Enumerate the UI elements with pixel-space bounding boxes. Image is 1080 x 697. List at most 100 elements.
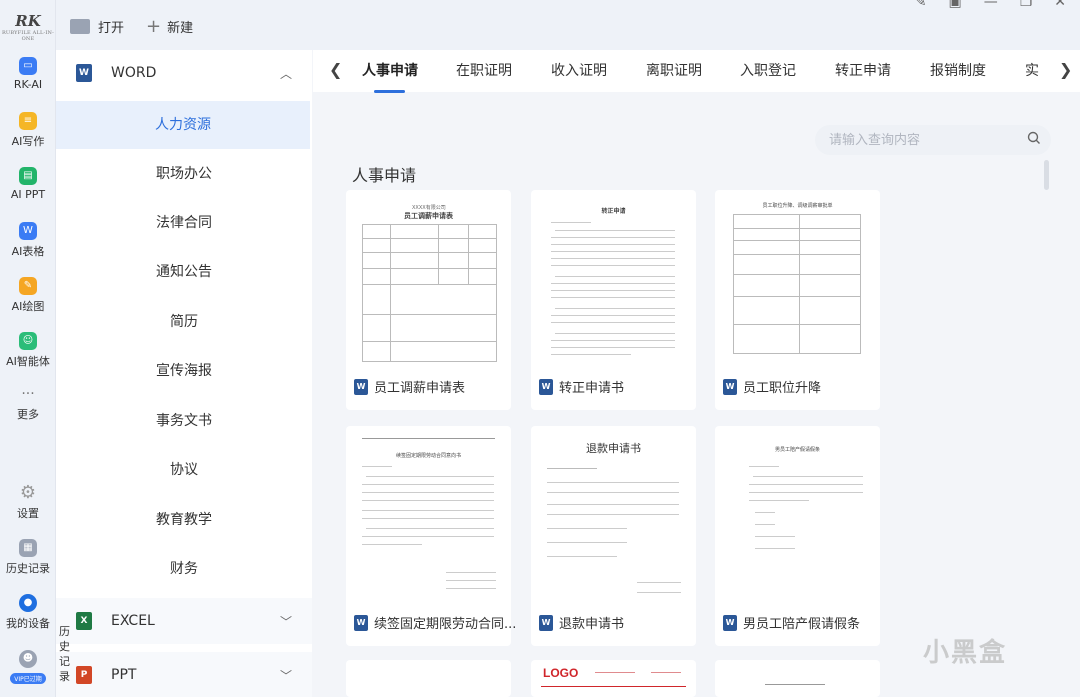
open-button[interactable]: 打开 [70, 17, 124, 36]
rail-item-history[interactable]: ▦ 历史记录 [0, 539, 56, 576]
tab-reimbursement[interactable]: 报销制度 [930, 60, 986, 80]
doc-heading: 男员工陪产假请假条 [774, 447, 820, 453]
category-word[interactable]: W WORD ︿ [56, 50, 312, 96]
app-logo: RK RUBYFILE ALL-IN-ONE [0, 12, 56, 42]
category-excel[interactable]: X EXCEL ﹀ [56, 598, 312, 644]
template-thumbnail: XXXX有限公司 员工调薪申请表 [356, 196, 501, 366]
category-sidebar: W WORD ︿ 人力资源 职场办公 法律合同 通知公告 简历 宣传海报 事务文… [56, 50, 312, 697]
rail-item-more[interactable]: ··· 更多 [0, 385, 56, 422]
ai-draw-icon: ✎ [19, 277, 37, 295]
doc-heading: 退款申请书 [586, 442, 641, 455]
scrollbar[interactable] [1044, 160, 1049, 190]
main-content: ❮ 人事申请 在职证明 收入证明 离职证明 入职登记 转正申请 报销制度 实 ❯… [313, 50, 1080, 697]
template-card[interactable]: 员工职位升降、调级调薪审批单 W 员工职位升降 [715, 190, 880, 410]
template-title-text: 员工调薪申请表 [374, 381, 466, 396]
template-title: W 员工调薪申请表 [354, 377, 465, 396]
subcategory-item[interactable]: 财务 [56, 545, 312, 593]
tab-regularization[interactable]: 转正申请 [835, 60, 891, 80]
subcategory-item[interactable]: 职场办公 [56, 150, 312, 198]
ai-table-icon: W [19, 222, 37, 240]
rail-item-settings[interactable]: ⚙ 设置 [0, 484, 56, 521]
category-label: PPT [111, 667, 137, 683]
subcategory-item[interactable]: 简历 [56, 298, 312, 346]
template-card[interactable]: 男员工陪产假请假条 W 男员工陪产假请假条 [715, 426, 880, 646]
rail-item-ai-draw[interactable]: ✎ AI绘图 [0, 277, 56, 314]
rail-item-devices[interactable]: ● 我的设备 [0, 594, 56, 631]
tab-onboarding[interactable]: 入职登记 [740, 60, 796, 80]
rail-item-ai-ppt[interactable]: ▤ AI PPT [0, 167, 56, 201]
new-label: 新建 [167, 21, 194, 36]
plus-icon: + [146, 15, 162, 37]
edit-icon[interactable]: ✎ [915, 0, 927, 10]
history-icon: ▦ [19, 539, 37, 557]
feedback-icon[interactable]: ▣ [948, 0, 961, 10]
rail-item-rk-ai[interactable]: ▭ RK-AI [0, 57, 56, 91]
search-input[interactable] [815, 125, 1051, 155]
gear-icon: ⚙ [19, 482, 37, 503]
section-title: 人事申请 [352, 166, 417, 185]
vip-status-badge: VIP已过期 [10, 673, 46, 684]
rail-label: AI写作 [11, 135, 45, 148]
word-doc-icon: W [354, 614, 368, 631]
chevron-down-icon: ﹀ [279, 668, 292, 683]
tab-resign-cert[interactable]: 离职证明 [646, 60, 702, 80]
rail-item-ai-write[interactable]: ≡ AI写作 [0, 112, 56, 149]
subcategory-item[interactable]: 宣传海报 [56, 347, 312, 395]
tab-next-arrow-icon[interactable]: ❯ [1059, 60, 1072, 79]
subcategory-item[interactable]: 通知公告 [56, 248, 312, 296]
close-icon[interactable]: ✕ [1054, 0, 1066, 10]
template-card[interactable]: 续签固定期限劳动合同意向书 W 续签固定期限劳动合同... [346, 426, 516, 646]
template-title: W 男员工陪产假请假条 [723, 613, 860, 632]
doc-heading: 员工职位升降、调级调薪审批单 [762, 203, 833, 209]
rail-label: AI绘图 [11, 300, 45, 313]
tab-more[interactable]: 实 [1025, 60, 1039, 80]
template-card[interactable]: XXXX有限公司 员工调薪申请表 W 员工调薪申请表 [346, 190, 511, 410]
doc-company: XXXX有限公司 [412, 205, 446, 211]
category-ppt[interactable]: P PPT ﹀ [56, 652, 312, 697]
template-title: W 转正申请书 [539, 377, 624, 396]
watermark: 小黑盒 [923, 638, 1008, 668]
doc-heading: 转正申请 [601, 208, 626, 215]
template-thumbnail: 员工职位升降、调级调薪审批单 [725, 196, 870, 366]
rail-item-vip[interactable]: ☻ VIP已过期 [0, 650, 56, 684]
tab-income-cert[interactable]: 收入证明 [551, 60, 607, 80]
template-card[interactable] [346, 660, 511, 697]
subcategory-item[interactable]: 教育教学 [56, 496, 312, 544]
history-vertical-label[interactable]: 历史记录 [59, 624, 73, 684]
rail-item-ai-table[interactable]: W AI表格 [0, 222, 56, 259]
template-title: W 退款申请书 [539, 613, 624, 632]
template-thumbnail: 续签固定期限劳动合同意向书 [356, 432, 501, 602]
word-doc-icon: W [539, 614, 553, 631]
ai-ppt-icon: ▤ [19, 167, 37, 185]
search-icon[interactable] [1027, 131, 1041, 145]
category-label: WORD [111, 65, 157, 81]
subcategory-item[interactable]: 事务文书 [56, 397, 312, 445]
template-card[interactable]: 退款申请书 W 退款申请书 [531, 426, 696, 646]
tab-employment-cert[interactable]: 在职证明 [456, 60, 512, 80]
word-doc-icon: W [354, 378, 368, 395]
tab-prev-arrow-icon[interactable]: ❮ [329, 60, 342, 79]
tab-bar: ❮ 人事申请 在职证明 收入证明 离职证明 入职登记 转正申请 报销制度 实 ❯ [313, 50, 1080, 93]
rail-label: 历史记录 [6, 562, 50, 575]
subcategory-item[interactable]: 人力资源 [56, 101, 310, 149]
subcategory-item[interactable]: 协议 [56, 446, 312, 494]
word-icon: W [76, 64, 92, 82]
template-card[interactable] [715, 660, 880, 697]
template-card[interactable]: LOGO [531, 660, 696, 697]
new-button[interactable]: + 新建 [146, 17, 193, 36]
rail-label: 更多 [17, 408, 39, 421]
rail-item-ai-agent[interactable]: ☺ AI智能体 [0, 332, 56, 369]
maximize-icon[interactable]: ❐ [1020, 0, 1033, 10]
window-controls: ✎ ▣ — ❐ ✕ [915, 0, 1066, 10]
ppt-icon: P [76, 666, 92, 684]
template-card[interactable]: 转正申请 W 转正申请书 [531, 190, 696, 410]
template-title-text: 续签固定期限劳动合同... [374, 617, 517, 632]
template-title: W 续签固定期限劳动合同... [354, 613, 516, 632]
rail-label: 设置 [17, 507, 39, 520]
tab-hr-apply[interactable]: 人事申请 [362, 60, 418, 80]
template-thumbnail: 男员工陪产假请假条 [725, 432, 870, 602]
more-icon: ··· [21, 386, 35, 402]
minimize-icon[interactable]: — [984, 0, 998, 10]
subcategory-item[interactable]: 法律合同 [56, 199, 312, 247]
open-label: 打开 [98, 21, 125, 36]
